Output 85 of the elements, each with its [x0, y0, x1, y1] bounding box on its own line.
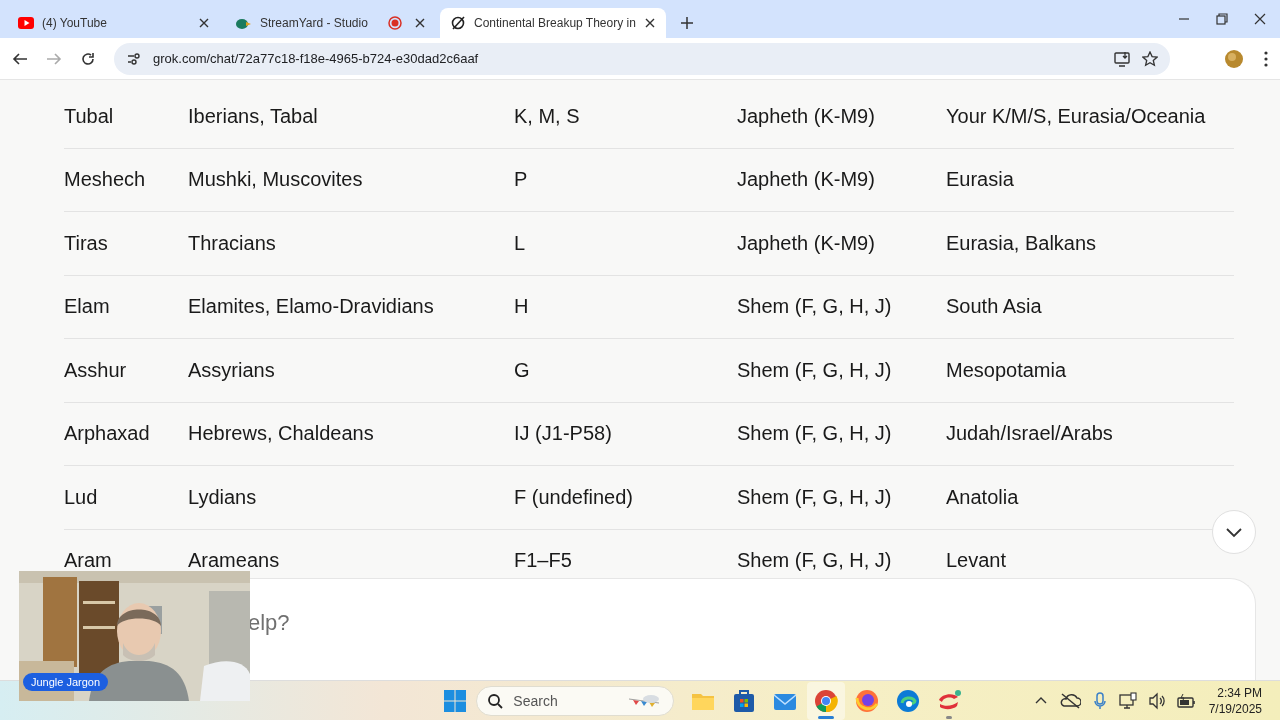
taskbar-button[interactable]: [806, 681, 845, 720]
table-cell: Japheth (K-M9): [737, 231, 875, 255]
tab-title: Continental Breakup Theory in: [474, 16, 636, 30]
table-cell: Eurasia: [946, 168, 1014, 192]
url-text: grok.com/chat/72a77c18-f18e-4965-b724-e30dad2c6aaf: [153, 51, 480, 66]
table-cell: G: [514, 358, 530, 382]
table-cell: P: [514, 168, 528, 192]
table-cell: Elam: [64, 295, 110, 319]
table-cell: Japheth (K-M9): [737, 168, 875, 192]
table-cell: Japheth (K-M9): [737, 104, 875, 128]
microphone-icon[interactable]: [1092, 691, 1107, 710]
table-cell: Shem (F, G, H, J): [737, 295, 892, 319]
table-cell: South Asia: [946, 295, 1042, 319]
tab-title: (4) YouTube: [42, 16, 108, 30]
cloud-off-icon[interactable]: [1058, 691, 1081, 710]
table-cell: F (undefined): [514, 485, 633, 509]
table-cell: K, M, S: [514, 104, 580, 128]
table-cell: Hebrews, Chaldeans: [188, 422, 374, 446]
chrome-icon[interactable]: [812, 687, 839, 714]
table-cell: Arameans: [188, 549, 280, 573]
running-indicator: [945, 715, 952, 719]
table-cell: H: [514, 295, 529, 319]
slashed-circle-icon: [450, 15, 466, 31]
new-tab-icon[interactable]: [679, 16, 694, 30]
table-cell: Assyrians: [188, 358, 275, 382]
table-cell: Aram: [64, 549, 112, 573]
table-cell: Mesopotamia: [946, 358, 1067, 382]
table-cell: Elamites, Elamo-Dravidians: [188, 295, 434, 319]
table-cell: F1–F5: [514, 549, 572, 573]
table-cell: Asshur: [64, 358, 127, 382]
site-settings-icon[interactable]: [126, 50, 141, 67]
address-bar[interactable]: grok.com/chat/72a77c18-f18e-4965-b724-e30dad2c6aaf: [114, 42, 1170, 75]
table-cell: Lud: [64, 485, 98, 509]
table-cell: Lydians: [188, 485, 257, 509]
browser-tab[interactable]: (4) YouTube: [8, 8, 220, 38]
table-cell: Judah/Israel/Arabs: [946, 422, 1113, 446]
prompt-field[interactable]: elp?: [248, 607, 648, 639]
volume-icon[interactable]: [1148, 691, 1165, 710]
search-placeholder: Search: [513, 692, 558, 709]
menu-icon[interactable]: [1264, 50, 1268, 67]
table-cell: Mushki, Muscovites: [188, 168, 363, 192]
taskbar-search[interactable]: Search: [476, 685, 675, 716]
reload-icon[interactable]: [80, 50, 96, 67]
windows-start-icon[interactable]: [444, 689, 467, 712]
table-cell: Meshech: [64, 168, 146, 192]
table-cell: Your K/M/S, Eurasia/Oceania: [946, 104, 1206, 128]
close-icon[interactable]: [198, 17, 210, 29]
table-cell: L: [514, 231, 526, 255]
table-cell: Levant: [946, 549, 1007, 573]
firefox-icon[interactable]: [853, 687, 880, 714]
clock-time[interactable]: 2:34 PM: [1217, 684, 1262, 701]
table-cell: Thracians: [188, 231, 276, 255]
browser-tab[interactable]: Continental Breakup Theory in: [440, 8, 666, 38]
edge-icon[interactable]: [894, 687, 921, 714]
close-icon[interactable]: [1254, 13, 1266, 25]
avatar-icon[interactable]: [1224, 48, 1244, 69]
close-icon[interactable]: [643, 17, 656, 29]
name-tag: Jungle Jargon: [23, 673, 109, 691]
table-cell: Tubal: [64, 104, 114, 128]
battery-icon[interactable]: [1176, 692, 1195, 709]
chevron-down-icon: [1225, 526, 1243, 538]
table-cell: Arphaxad: [64, 422, 150, 446]
close-icon[interactable]: [414, 17, 426, 29]
table-cell: Anatolia: [946, 485, 1019, 509]
table-cell: Iberians, Tabal: [188, 104, 318, 128]
install-icon[interactable]: [1114, 50, 1130, 67]
back-icon[interactable]: [12, 50, 28, 67]
running-indicator: [817, 715, 834, 719]
table-cell: Eurasia, Balkans: [946, 231, 1097, 255]
table-cell: IJ (J1-P58): [514, 422, 612, 446]
table-cell: Shem (F, G, H, J): [737, 358, 892, 382]
chevron-up-icon[interactable]: [1034, 696, 1047, 705]
table-cell: Shem (F, G, H, J): [737, 485, 892, 509]
clock-date[interactable]: 7/19/2025: [1208, 700, 1262, 717]
browser-tab[interactable]: StreamYard - Studio: [224, 8, 436, 38]
search-icon: [487, 692, 504, 709]
table-cell: Shem (F, G, H, J): [737, 549, 892, 573]
star-icon[interactable]: [1142, 50, 1158, 67]
scroll-down-button[interactable]: [1212, 510, 1256, 554]
restore-icon[interactable]: [1216, 13, 1228, 25]
table-cell: Tiras: [64, 231, 108, 255]
network-icon[interactable]: [1118, 691, 1137, 710]
play-icon: [18, 15, 34, 31]
table-cell: Shem (F, G, H, J): [737, 422, 892, 446]
tab-title: StreamYard - Studio: [260, 16, 369, 30]
